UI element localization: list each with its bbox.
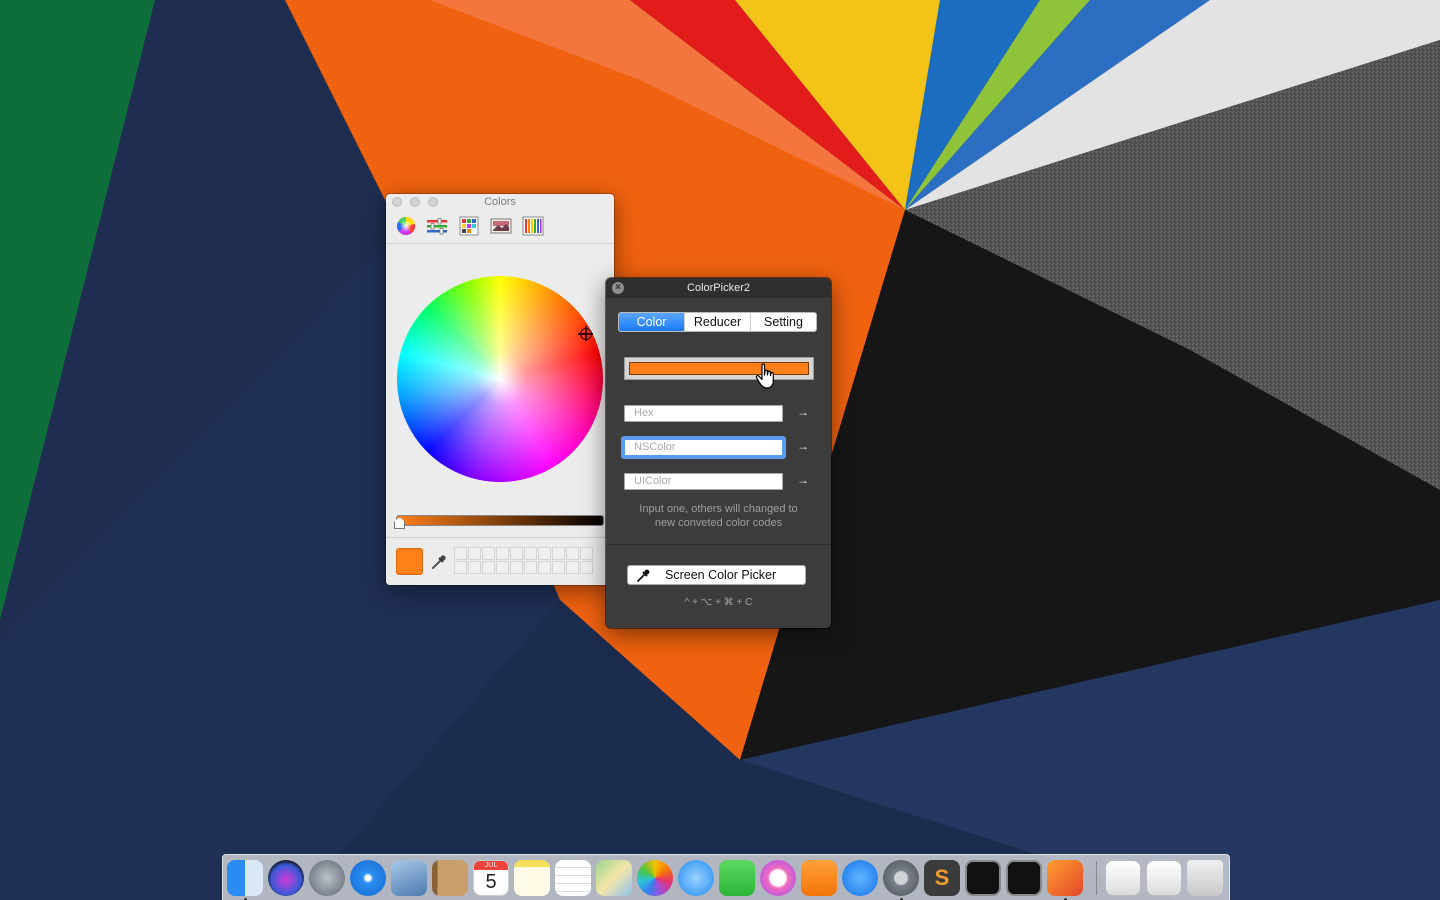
tab-setting[interactable]: Setting	[750, 313, 816, 331]
eyedropper-icon	[637, 569, 650, 582]
ibooks-icon[interactable]	[801, 860, 837, 896]
uicolor-convert-arrow-icon[interactable]: →	[797, 473, 809, 487]
color-slot[interactable]	[580, 547, 593, 560]
launchpad-icon[interactable]	[309, 860, 345, 896]
color-slot[interactable]	[510, 561, 523, 574]
color-slot[interactable]	[468, 547, 481, 560]
finder-icon[interactable]	[227, 860, 263, 896]
brightness-slider[interactable]	[396, 515, 604, 526]
nscolor-convert-arrow-icon[interactable]: →	[797, 439, 809, 453]
color-slot[interactable]	[496, 547, 509, 560]
color-slot[interactable]	[468, 561, 481, 574]
colors-panel: Colors	[386, 194, 614, 585]
color-slot[interactable]	[580, 561, 593, 574]
colorpicker2-titlebar[interactable]: × ColorPicker2	[606, 278, 831, 298]
conversion-hint: Input one, others will changed to new co…	[616, 502, 821, 530]
hint-line-1: Input one, others will changed to	[639, 503, 798, 515]
color-slot[interactable]	[524, 561, 537, 574]
calendar-month: JUL	[474, 861, 508, 870]
terminal-icon[interactable]	[965, 860, 1001, 896]
divider	[606, 544, 831, 545]
color-slot[interactable]	[482, 547, 495, 560]
tab-control: Color Reducer Setting	[618, 312, 817, 332]
notes-icon[interactable]	[514, 860, 550, 896]
color-slot[interactable]	[482, 561, 495, 574]
messages-icon[interactable]	[678, 860, 714, 896]
colors-body	[386, 245, 614, 585]
folder-stack-icon[interactable]	[1105, 860, 1141, 896]
hand-cursor-icon	[755, 363, 774, 389]
photos-icon[interactable]	[637, 860, 673, 896]
hint-line-2: new conveted color codes	[654, 517, 783, 529]
screen-color-picker-label: Screen Color Picker	[665, 568, 777, 582]
facetime-icon[interactable]	[719, 860, 755, 896]
colors-title: Colors	[484, 196, 516, 208]
screen-color-picker-button[interactable]: Screen Color Picker	[627, 565, 806, 585]
color-well-swatch[interactable]	[629, 362, 809, 375]
colors-titlebar[interactable]: Colors	[386, 194, 614, 210]
eyedropper-icon[interactable]	[430, 553, 448, 571]
app-store-icon[interactable]	[842, 860, 878, 896]
hex-convert-arrow-icon[interactable]: →	[797, 405, 809, 419]
color-picker-app-icon[interactable]	[1047, 860, 1083, 896]
color-slot[interactable]	[454, 561, 467, 574]
itunes-icon[interactable]	[760, 860, 796, 896]
color-slot[interactable]	[524, 547, 537, 560]
tab-color[interactable]: Color	[619, 313, 684, 331]
calendar-icon[interactable]: JUL 5	[473, 860, 509, 896]
system-preferences-icon[interactable]	[883, 860, 919, 896]
wheel-cursor[interactable]	[578, 326, 593, 341]
color-wheel[interactable]	[397, 276, 603, 482]
dock: JUL 5 S	[222, 854, 1230, 900]
downloads-stack-icon[interactable]	[1146, 860, 1182, 896]
dock-separator	[1096, 861, 1097, 895]
color-slot[interactable]	[566, 561, 579, 574]
mail-icon[interactable]	[391, 860, 427, 896]
siri-icon[interactable]	[268, 860, 304, 896]
colorpicker2-window: × ColorPicker2 Color Reducer Setting Hex…	[606, 278, 831, 628]
palettes-icon[interactable]	[458, 215, 480, 237]
safari-icon[interactable]	[350, 860, 386, 896]
nscolor-field[interactable]: NSColor	[624, 439, 783, 456]
color-wheel-icon[interactable]	[395, 215, 417, 237]
reminders-icon[interactable]	[555, 860, 591, 896]
current-color-swatch[interactable]	[396, 548, 423, 575]
activity-monitor-icon[interactable]	[1006, 860, 1042, 896]
hex-field[interactable]: Hex	[624, 405, 783, 422]
sublime-text-icon[interactable]: S	[924, 860, 960, 896]
keyboard-shortcut: ^ + ⌥ + ⌘ + C	[684, 597, 753, 608]
color-well[interactable]	[624, 357, 814, 380]
color-slot[interactable]	[454, 547, 467, 560]
color-slot[interactable]	[552, 561, 565, 574]
favorite-color-slots[interactable]	[454, 547, 593, 574]
color-slot[interactable]	[566, 547, 579, 560]
colorpicker2-title: ColorPicker2	[687, 282, 750, 294]
pencils-icon[interactable]	[522, 215, 544, 237]
color-slot[interactable]	[552, 547, 565, 560]
contacts-icon[interactable]	[432, 860, 468, 896]
colors-toolbar	[386, 210, 614, 244]
trash-icon[interactable]	[1187, 860, 1223, 896]
color-slot[interactable]	[496, 561, 509, 574]
uicolor-field[interactable]: UIColor	[624, 473, 783, 490]
maps-icon[interactable]	[596, 860, 632, 896]
sliders-icon[interactable]	[426, 215, 448, 237]
color-slot[interactable]	[538, 561, 551, 574]
swatch-row	[386, 537, 614, 585]
tab-reducer[interactable]: Reducer	[684, 313, 750, 331]
color-slot[interactable]	[538, 547, 551, 560]
calendar-day: 5	[485, 871, 497, 893]
color-slot[interactable]	[510, 547, 523, 560]
image-palettes-icon[interactable]	[490, 215, 512, 237]
